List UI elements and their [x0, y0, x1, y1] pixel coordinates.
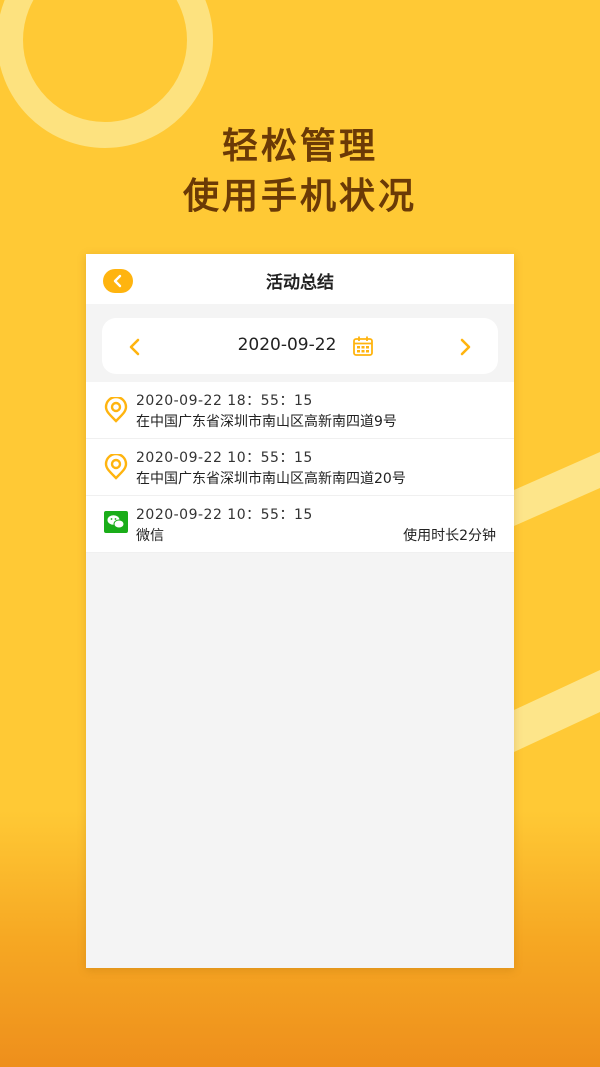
phone-screen: 活动总结 2020-09-22 2020-09-22 18：55：15 在中国广… — [86, 254, 514, 968]
title-bar: 活动总结 — [86, 254, 514, 304]
current-date[interactable]: 2020-09-22 — [102, 335, 498, 355]
location-icon — [104, 397, 128, 423]
page-title: 活动总结 — [266, 273, 334, 293]
list-item[interactable]: 2020-09-22 10：55：15 微信 使用时长2分钟 — [86, 496, 514, 553]
next-day-button[interactable] — [454, 336, 476, 358]
wechat-icon — [104, 511, 128, 533]
headline-line-1: 轻松管理 — [221, 126, 378, 167]
record-description: 在中国广东省深圳市南山区高新南四道9号 — [136, 414, 397, 430]
headline-line-2: 使用手机状况 — [182, 176, 417, 217]
date-selector: 2020-09-22 — [102, 318, 498, 374]
list-item[interactable]: 2020-09-22 18：55：15 在中国广东省深圳市南山区高新南四道9号 — [86, 382, 514, 439]
list-item[interactable]: 2020-09-22 10：55：15 在中国广东省深圳市南山区高新南四道20号 — [86, 439, 514, 496]
calendar-icon[interactable] — [352, 335, 374, 357]
usage-duration: 使用时长2分钟 — [403, 528, 496, 544]
record-time: 2020-09-22 10：55：15 — [136, 507, 313, 523]
record-time: 2020-09-22 18：55：15 — [136, 393, 313, 409]
record-time: 2020-09-22 10：55：15 — [136, 450, 313, 466]
activity-list: 2020-09-22 18：55：15 在中国广东省深圳市南山区高新南四道9号 … — [86, 382, 514, 553]
record-description: 微信 — [136, 528, 164, 544]
record-description: 在中国广东省深圳市南山区高新南四道20号 — [136, 471, 406, 487]
headline: 轻松管理 使用手机状况 — [0, 122, 600, 222]
location-icon — [104, 454, 128, 480]
